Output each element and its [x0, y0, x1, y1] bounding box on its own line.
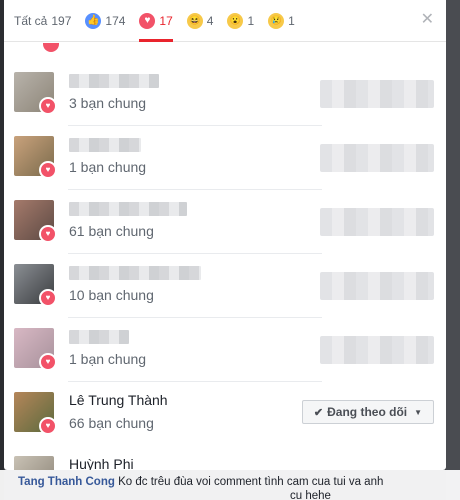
mutual-friends: 66 bạn chung	[69, 415, 154, 431]
tab-love[interactable]: ♥ 17	[139, 0, 174, 42]
close-icon[interactable]: ✕	[421, 12, 434, 28]
reaction-tabs: Tất cả 197 👍 174 ♥ 17 😆 4 😮 1 😢 1 ✕	[4, 0, 446, 42]
following-label: Đang theo dõi	[327, 405, 408, 419]
name-blurred[interactable]	[69, 266, 201, 280]
tab-all-label: Tất cả	[14, 13, 48, 28]
comment-text-line2: cu hehe	[290, 490, 331, 500]
list-item: ♥ 1 bạn chung	[4, 318, 446, 382]
list-item: Huỳnh Phi	[4, 446, 446, 470]
tab-sad[interactable]: 😢 1	[268, 0, 295, 42]
haha-icon: 😆	[186, 12, 203, 29]
reactor-list[interactable]: ♥ 3 bạn chung ♥ 1 bạn chung ♥ 61 bạn chu…	[4, 42, 446, 470]
tab-all-count: 197	[51, 13, 72, 28]
name-blurred[interactable]	[69, 330, 129, 344]
tab-like-count: 174	[105, 13, 126, 28]
mutual-friends: 61 bạn chung	[69, 223, 154, 239]
name-blurred[interactable]	[69, 138, 141, 152]
wow-icon: 😮	[227, 12, 244, 29]
tab-wow-count: 1	[247, 13, 255, 28]
love-badge-icon: ♥	[39, 353, 57, 371]
reactor-name[interactable]: Huỳnh Phi	[69, 456, 134, 470]
caret-down-icon: ▼	[414, 407, 423, 417]
reactor-name[interactable]: Lê Trung Thành	[69, 392, 168, 410]
name-blurred[interactable]	[69, 74, 159, 88]
action-button-blurred[interactable]	[320, 80, 434, 108]
like-icon: 👍	[85, 12, 102, 29]
comment-text: Ko đc trêu đùa voi comment tình cam cua …	[118, 476, 384, 488]
action-button-blurred[interactable]	[320, 208, 434, 236]
love-badge-icon: ♥	[39, 289, 57, 307]
list-item: ♥ Lê Trung Thành 66 bạn chung ✔ Đang the…	[4, 382, 446, 446]
tab-love-count: 17	[159, 13, 173, 28]
mutual-friends: 1 bạn chung	[69, 351, 147, 367]
action-button-blurred[interactable]	[320, 272, 434, 300]
page-background-right	[446, 0, 460, 500]
mutual-friends: 3 bạn chung	[69, 95, 147, 111]
mutual-friends: 1 bạn chung	[69, 159, 147, 175]
following-button[interactable]: ✔ Đang theo dõi ▼	[302, 400, 434, 424]
list-item: ♥ 10 bạn chung	[4, 254, 446, 318]
background-comment: Tang Thanh Cong Ko đc trêu đùa voi comme…	[18, 476, 448, 488]
tab-all[interactable]: Tất cả 197	[14, 0, 71, 42]
reactions-dialog: Tất cả 197 👍 174 ♥ 17 😆 4 😮 1 😢 1 ✕ ♥ 3 …	[4, 0, 446, 470]
tab-haha[interactable]: 😆 4	[186, 0, 214, 42]
checkmark-icon: ✔	[313, 406, 324, 419]
love-badge-icon: ♥	[39, 161, 57, 179]
tab-wow[interactable]: 😮 1	[227, 0, 254, 42]
mutual-friends: 10 bạn chung	[69, 287, 154, 303]
list-item: ♥ 3 bạn chung	[4, 62, 446, 126]
comment-author[interactable]: Tang Thanh Cong	[18, 476, 115, 488]
love-icon: ♥	[139, 12, 156, 29]
tab-haha-count: 4	[206, 13, 214, 28]
tab-sad-count: 1	[288, 13, 295, 28]
list-item: ♥ 61 bạn chung	[4, 190, 446, 254]
avatar[interactable]	[14, 456, 54, 470]
list-item: ♥ 1 bạn chung	[4, 126, 446, 190]
love-badge-icon: ♥	[39, 97, 57, 115]
love-badge-icon: ♥	[39, 225, 57, 243]
sad-icon: 😢	[268, 12, 285, 29]
name-blurred[interactable]	[69, 202, 187, 216]
action-button-blurred[interactable]	[320, 144, 434, 172]
tab-like[interactable]: 👍 174	[85, 0, 125, 42]
action-button-blurred[interactable]	[320, 336, 434, 364]
love-badge-icon: ♥	[39, 417, 57, 435]
